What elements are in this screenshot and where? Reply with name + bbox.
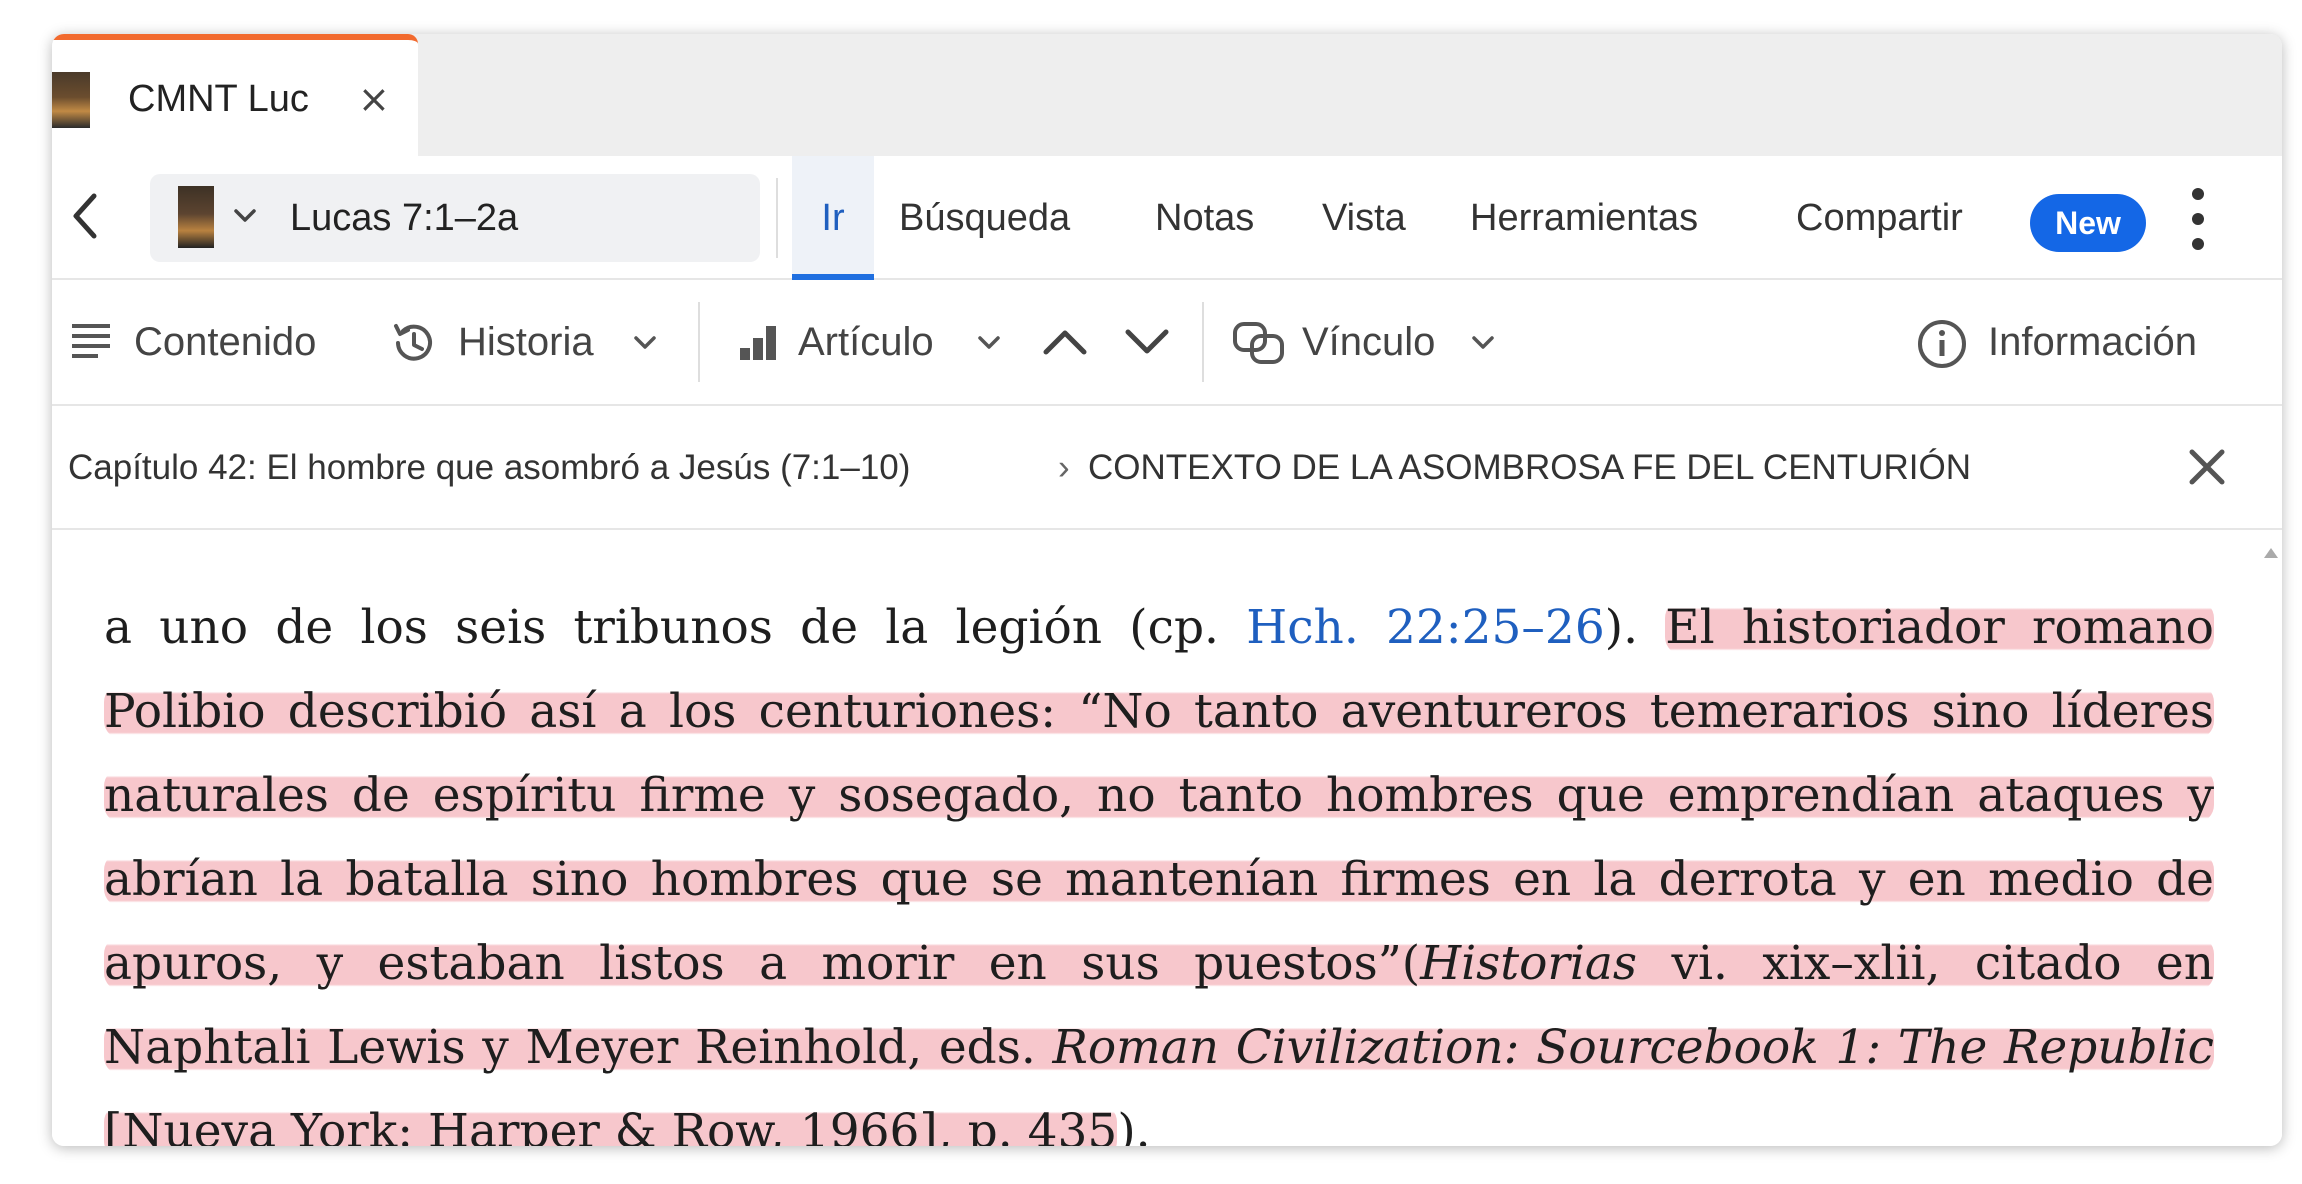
more-options-icon[interactable] (2188, 184, 2208, 254)
scroll-up-arrow[interactable] (2264, 548, 2278, 558)
highlighted-text: [Nueva York: Harper & Row, 1966], p. 435 (104, 1104, 1118, 1146)
breadcrumb-separator: › (1058, 448, 1070, 487)
previous-article-icon[interactable] (1040, 320, 1090, 364)
tab-close-icon[interactable]: × (358, 74, 390, 124)
reference-text[interactable]: Lucas 7:1–2a (290, 196, 518, 240)
article-button[interactable]: Artículo (798, 280, 934, 404)
main-toolbar: Lucas 7:1–2a Ir Búsqueda Notas Vista Her… (52, 156, 2282, 280)
resource-toolbar: Contenido Historia Artículo Vínculo Info… (52, 280, 2282, 406)
reference-selector[interactable]: Lucas 7:1–2a (150, 174, 760, 262)
menu-share[interactable]: Compartir (1796, 156, 1963, 280)
chevron-down-icon[interactable] (230, 200, 260, 230)
highlighted-text: apuros, y estaban listos a morir en sus … (104, 936, 2214, 991)
italic-title: Historias (1420, 936, 1638, 991)
info-icon (1918, 320, 1966, 368)
chevron-down-icon[interactable] (976, 330, 1002, 356)
contents-list-icon (72, 324, 110, 358)
reading-pane: a uno de los seis tribunos de la legión … (52, 530, 2282, 1146)
divider (776, 178, 778, 258)
link-button[interactable]: Vínculo (1302, 280, 1435, 404)
chevron-down-icon[interactable] (1470, 330, 1496, 356)
highlighted-text: naturales de espíritu firme y sosegado, … (104, 768, 2214, 823)
highlighted-text: Naphtali Lewis y Meyer Reinhold, eds. Ro… (104, 1020, 2214, 1075)
highlighted-text: El historiador romano (1665, 600, 2214, 655)
text-span: ). (1117, 1104, 1151, 1146)
highlighted-text: Polibio describió así a los centuriones:… (104, 684, 2214, 739)
info-button[interactable]: Información (1988, 280, 2197, 404)
text-line: naturales de espíritu firme y sosegado, … (104, 754, 2214, 838)
text-span: apuros, y estaban listos a morir en sus … (104, 936, 1402, 991)
tab-cmnt-luc[interactable]: CMNT Luc × (52, 34, 418, 156)
highlighted-text: abrían la batalla sino hombres que se ma… (104, 852, 2214, 907)
breadcrumb: Capítulo 42: El hombre que asombró a Jes… (52, 406, 2282, 530)
close-icon[interactable] (2184, 444, 2230, 490)
link-icon (1233, 322, 1284, 364)
divider (698, 302, 700, 382)
back-arrow-icon[interactable] (66, 186, 106, 246)
text-line: apuros, y estaban listos a morir en sus … (104, 922, 2214, 1006)
menu-tools[interactable]: Herramientas (1470, 156, 1698, 280)
history-button[interactable]: Historia (458, 280, 594, 404)
book-cover-icon (52, 72, 90, 128)
text-line: [Nueva York: Harper & Row, 1966], p. 435… (104, 1090, 2214, 1146)
contents-button[interactable]: Contenido (134, 280, 316, 404)
text-line: abrían la batalla sino hombres que se ma… (104, 838, 2214, 922)
divider (1202, 302, 1204, 382)
text-span: ( (1401, 936, 1421, 991)
tab-strip: CMNT Luc × (52, 34, 2282, 156)
tab-title: CMNT Luc (128, 78, 309, 120)
scripture-link[interactable]: Hch. 22:25–26 (1246, 600, 1605, 655)
new-badge[interactable]: New (2030, 194, 2146, 252)
breadcrumb-chapter[interactable]: Capítulo 42: El hombre que asombró a Jes… (68, 406, 910, 530)
article-level-icon (740, 326, 776, 360)
text-line: a uno de los seis tribunos de la legión … (104, 586, 2214, 670)
menu-notes[interactable]: Notas (1155, 156, 1254, 280)
next-article-icon[interactable] (1122, 320, 1172, 364)
text-line: Polibio describió así a los centuriones:… (104, 670, 2214, 754)
text-span: vi. xix–xlii, citado en (1637, 936, 2214, 991)
text-line: Naphtali Lewis y Meyer Reinhold, eds. Ro… (104, 1006, 2214, 1090)
menu-go[interactable]: Ir (792, 156, 874, 280)
chevron-down-icon[interactable] (632, 330, 658, 356)
menu-view[interactable]: Vista (1322, 156, 1406, 280)
italic-title: Roman Civilization: Sourcebook 1: The Re… (1052, 1020, 2215, 1075)
text-span: a uno de los seis tribunos de la legión … (104, 600, 1219, 655)
history-icon (394, 324, 432, 361)
menu-search[interactable]: Búsqueda (899, 156, 1070, 280)
app-window: CMNT Luc × Lucas 7:1–2a Ir Búsqueda Nota… (52, 34, 2282, 1146)
breadcrumb-section[interactable]: CONTEXTO DE LA ASOMBROSA FE DEL CENTURIÓ… (1088, 406, 1971, 530)
text-span: ). (1604, 600, 1639, 655)
text-span: Naphtali Lewis y Meyer Reinhold, eds. (104, 1020, 1053, 1075)
book-cover-icon (178, 186, 214, 248)
